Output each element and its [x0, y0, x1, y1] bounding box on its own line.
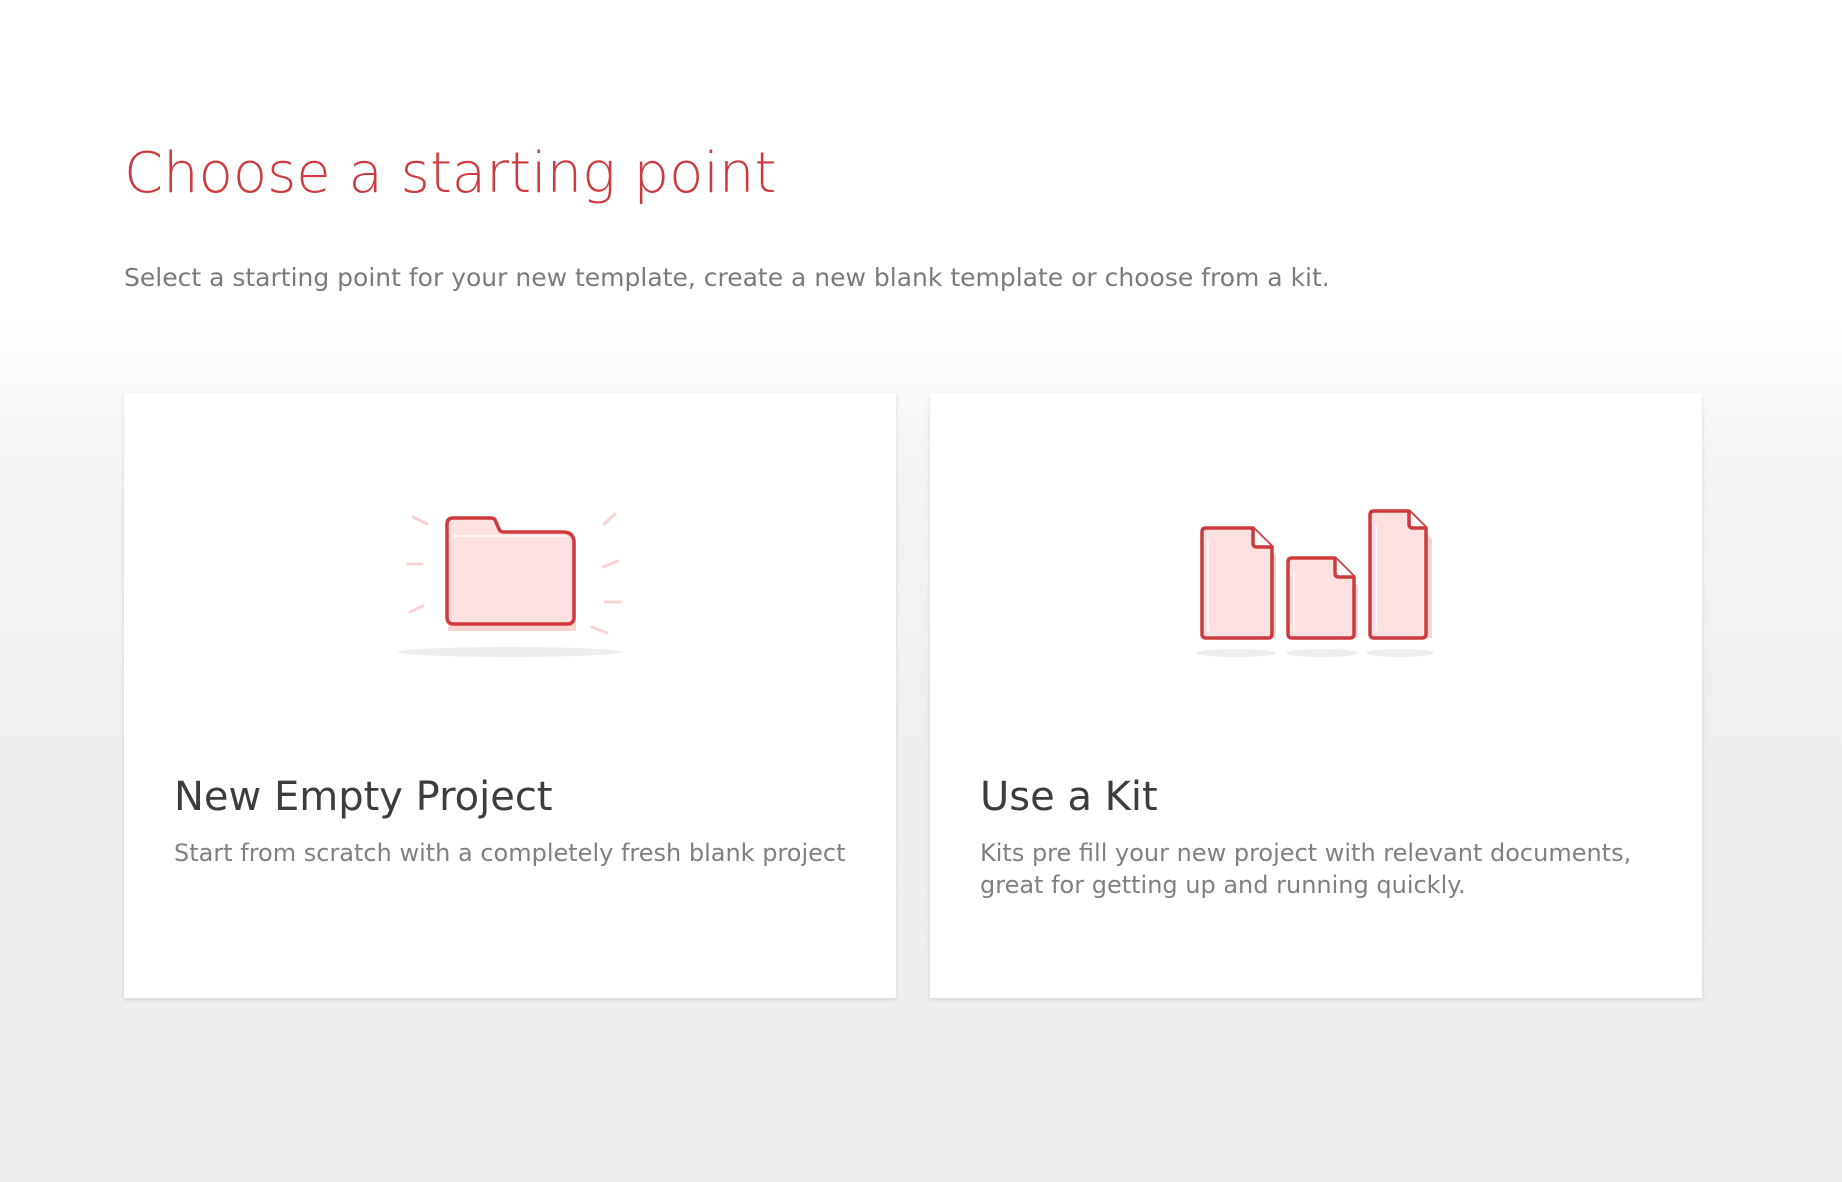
use-a-kit-title: Use a Kit [980, 774, 1158, 820]
kit-illustration [930, 493, 1702, 673]
folder-illustration [124, 493, 896, 673]
new-empty-project-title: New Empty Project [174, 774, 553, 820]
folder-icon [398, 512, 622, 657]
new-empty-project-card[interactable]: New Empty Project Start from scratch wit… [124, 393, 896, 998]
new-empty-project-description: Start from scratch with a completely fre… [174, 839, 846, 867]
use-a-kit-card[interactable]: Use a Kit Kits pre fill your new project… [930, 393, 1702, 998]
use-a-kit-description: Kits pre fill your new project with rele… [980, 839, 1632, 899]
page-title: Choose a starting point [124, 141, 777, 206]
page-subtitle: Select a starting point for your new tem… [124, 263, 1330, 292]
documents-icon [1196, 509, 1434, 657]
